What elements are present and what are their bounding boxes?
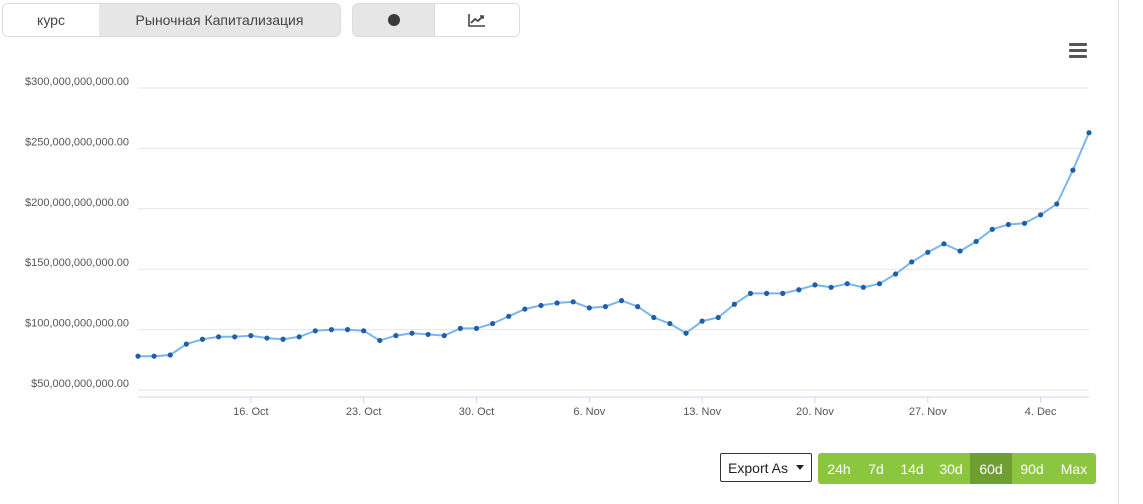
y-tick-label: $300,000,000,000.00 [25,76,129,88]
range-button-30d[interactable]: 30d [932,453,970,484]
x-tick-label: 4. Dec [1025,406,1057,418]
data-point[interactable] [506,313,512,319]
data-point[interactable] [312,328,318,334]
y-tick-label: $200,000,000,000.00 [25,197,129,209]
data-point[interactable] [361,328,367,334]
y-tick-label: $250,000,000,000.00 [25,136,129,148]
market-cap-chart: $50,000,000,000.00 $100,000,000,000.00 $15… [25,76,1092,418]
data-point[interactable] [844,281,850,287]
data-point[interactable] [473,325,480,331]
data-point[interactable] [892,271,899,277]
x-tick-label: 16. Oct [233,406,268,418]
data-point[interactable] [232,334,238,340]
data-point[interactable] [780,290,786,296]
data-point[interactable] [667,320,673,327]
data-point[interactable] [538,302,544,309]
data-point[interactable] [715,314,721,321]
data-point[interactable] [264,335,270,341]
data-point[interactable] [747,290,754,296]
data-point[interactable] [1021,220,1028,226]
data-point[interactable] [957,248,963,254]
data-point[interactable] [248,333,254,339]
data-point[interactable] [699,318,705,324]
data-point[interactable] [618,298,625,304]
data-point[interactable] [925,249,931,255]
data-point[interactable] [1070,167,1076,173]
range-button-max[interactable]: Max [1052,453,1096,484]
data-point[interactable] [635,304,641,310]
data-point[interactable] [457,325,463,331]
data-point[interactable] [183,341,189,347]
data-point[interactable] [151,353,157,359]
y-tick-label: $150,000,000,000.00 [25,257,129,269]
range-button-7d[interactable]: 7d [860,453,892,484]
x-tick-label: 13. Nov [683,406,721,418]
data-point[interactable] [441,333,447,339]
data-point[interactable] [909,259,915,265]
data-point[interactable] [554,300,560,306]
range-button-24h[interactable]: 24h [818,453,860,484]
data-point[interactable] [1054,201,1060,207]
y-tick-label: $50,000,000,000.00 [31,378,129,390]
range-selector: 24h 7d 14d 30d 60d 90d Max [818,453,1096,484]
x-tick-label: 30. Oct [459,406,494,418]
data-point[interactable] [167,352,173,358]
data-point[interactable] [1086,130,1092,136]
data-point[interactable] [215,334,222,340]
data-point[interactable] [425,331,431,338]
caret-down-icon [795,465,804,470]
data-point[interactable] [973,238,979,245]
data-point[interactable] [344,327,351,333]
data-point[interactable] [812,282,818,288]
export-as-button[interactable]: Export As [720,453,812,482]
data-point[interactable] [651,314,657,321]
data-point[interactable] [683,330,689,336]
data-point[interactable] [860,284,866,290]
data-point[interactable] [602,304,609,310]
data-point[interactable] [586,305,592,311]
data-point[interactable] [989,226,995,232]
data-point[interactable] [377,337,383,344]
data-point[interactable] [941,241,947,247]
data-point[interactable] [280,336,286,342]
x-tick-label: 27. Nov [909,406,947,418]
data-point[interactable] [409,330,415,336]
data-point[interactable] [570,299,576,305]
data-point[interactable] [764,290,770,296]
data-point[interactable] [199,336,206,342]
data-point[interactable] [296,334,302,340]
data-point[interactable] [490,320,496,327]
x-tick-label: 6. Nov [573,406,605,418]
range-button-60d[interactable]: 60d [970,453,1012,484]
data-point[interactable] [731,301,737,307]
data-point[interactable] [393,333,399,339]
data-point[interactable] [876,281,883,287]
range-button-90d[interactable]: 90d [1012,453,1052,484]
x-tick-label: 20. Nov [796,406,834,418]
x-tick-label: 23. Oct [346,406,381,418]
data-point[interactable] [328,327,335,333]
data-point[interactable] [1038,212,1044,218]
data-point[interactable] [1005,221,1012,228]
export-label: Export As [728,459,788,476]
data-point[interactable] [828,284,834,290]
data-point[interactable] [796,287,802,293]
data-point[interactable] [522,306,528,312]
data-point[interactable] [135,353,141,359]
range-button-14d[interactable]: 14d [892,453,932,484]
y-tick-label: $100,000,000,000.00 [25,318,129,330]
